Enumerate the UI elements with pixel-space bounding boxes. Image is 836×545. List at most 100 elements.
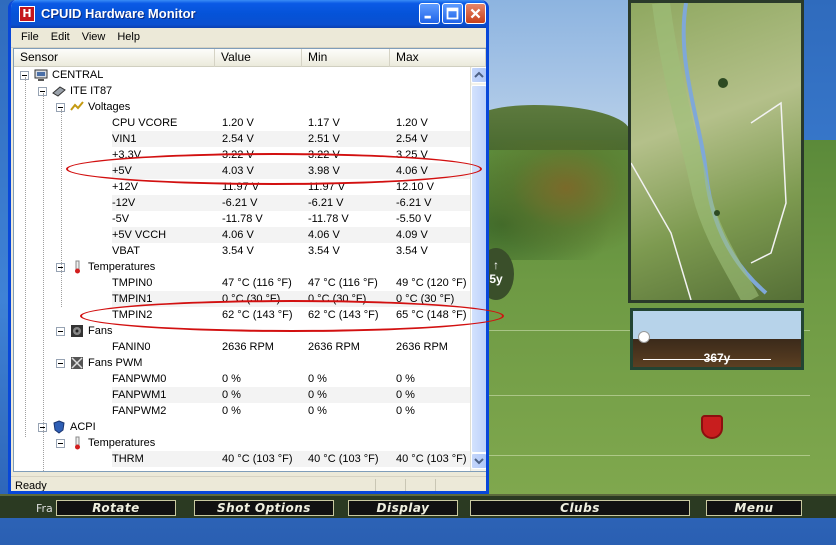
sensor-min: 0 % bbox=[308, 389, 327, 401]
collapse-toggle-icon[interactable] bbox=[56, 439, 65, 448]
sensor-value: 0 % bbox=[222, 389, 241, 401]
sensor-min: 4.06 V bbox=[308, 229, 340, 241]
sensor-row[interactable]: VBAT 3.54 V 3.54 V 3.54 V bbox=[14, 243, 470, 259]
column-header-sensor[interactable]: Sensor bbox=[14, 49, 215, 67]
column-header-value[interactable]: Value bbox=[215, 49, 302, 67]
sensor-min: 0 % bbox=[308, 405, 327, 417]
sensor-value: 2.54 V bbox=[222, 133, 254, 145]
chip-icon bbox=[52, 86, 66, 97]
sensor-row[interactable]: FANPWM1 0 % 0 % 0 % bbox=[14, 387, 470, 403]
sensor-row[interactable]: CPU VCORE 1.20 V 1.17 V 1.20 V bbox=[14, 115, 470, 131]
menu-help[interactable]: Help bbox=[111, 28, 146, 47]
sensor-name: CPU VCORE bbox=[112, 117, 178, 129]
ball-position-marker-icon[interactable] bbox=[701, 415, 723, 439]
window-titlebar[interactable]: H CPUID Hardware Monitor bbox=[11, 0, 486, 28]
menu-file[interactable]: File bbox=[15, 28, 45, 47]
column-header-min[interactable]: Min bbox=[302, 49, 390, 67]
sensor-row[interactable]: VIN1 2.54 V 2.51 V 2.54 V bbox=[14, 131, 470, 147]
status-divider bbox=[405, 479, 406, 491]
sensor-rows: CENTRAL ITE IT87 Voltages CPU VCORE 1.20 V 1.… bbox=[14, 67, 470, 471]
rotate-button[interactable]: Rotate bbox=[56, 500, 176, 516]
menu-edit[interactable]: Edit bbox=[45, 28, 76, 47]
tree-guide-line bbox=[61, 109, 62, 307]
sensor-group-row[interactable]: Voltages bbox=[14, 99, 470, 115]
scrollbar-thumb[interactable] bbox=[471, 85, 486, 453]
sensor-group-name: Fans PWM bbox=[88, 357, 143, 369]
sensor-value: 47 °C (116 °F) bbox=[222, 277, 292, 289]
hardware-monitor-window[interactable]: H CPUID Hardware Monitor File Edit View … bbox=[8, 0, 489, 494]
sensor-row[interactable]: FANPWM0 0 % 0 % 0 % bbox=[14, 371, 470, 387]
clubs-button[interactable]: Clubs bbox=[470, 500, 690, 516]
thermometer-icon bbox=[75, 260, 80, 274]
sensor-value: -11.78 V bbox=[222, 213, 263, 225]
app-logo-icon[interactable]: H bbox=[19, 6, 35, 22]
sensor-max: -5.50 V bbox=[396, 213, 432, 225]
sensor-row[interactable]: THRM 40 °C (103 °F) 40 °C (103 °F) 40 °C (1… bbox=[14, 451, 470, 467]
highlight-ring-tmpin2 bbox=[80, 300, 504, 332]
scroll-down-button[interactable] bbox=[471, 453, 486, 469]
game-toolbar-left-label: Fra bbox=[36, 502, 53, 515]
status-text: Ready bbox=[15, 480, 47, 492]
game-toolbar: Fra Rotate Shot Options Display Clubs Me… bbox=[0, 494, 836, 518]
column-header-max[interactable]: Max bbox=[390, 49, 486, 67]
sensor-min: 40 °C (103 °F) bbox=[308, 453, 379, 465]
sensor-name: -12V bbox=[112, 197, 136, 209]
close-icon bbox=[470, 8, 481, 19]
sensor-group-name: Temperatures bbox=[88, 261, 156, 273]
scroll-up-button[interactable] bbox=[471, 67, 486, 83]
sensor-tree-list[interactable]: Sensor Value Min Max CENTRAL ITE IT87 Volt… bbox=[13, 48, 486, 472]
sensor-min: 2.51 V bbox=[308, 133, 340, 145]
sensor-max: 4.09 V bbox=[396, 229, 428, 241]
maximize-icon bbox=[446, 7, 459, 20]
sensor-group-row[interactable]: ITE IT87 bbox=[14, 83, 470, 99]
sensor-row[interactable]: -5V -11.78 V -11.78 V -5.50 V bbox=[14, 211, 470, 227]
sensor-value: 1.20 V bbox=[222, 117, 254, 129]
sensor-row[interactable]: -12V -6.21 V -6.21 V -6.21 V bbox=[14, 195, 470, 211]
sensor-name: +12V bbox=[112, 181, 138, 193]
sensor-max: 0 % bbox=[396, 405, 415, 417]
voltage-icon bbox=[70, 101, 84, 111]
sensor-group-row[interactable]: ACPI bbox=[14, 419, 470, 435]
display-button[interactable]: Display bbox=[348, 500, 458, 516]
acpi-icon bbox=[53, 420, 65, 434]
sensor-min: 47 °C (116 °F) bbox=[308, 277, 378, 289]
sensor-min: 1.17 V bbox=[308, 117, 340, 129]
minimize-button[interactable] bbox=[419, 3, 440, 24]
tree-guide-line bbox=[25, 77, 26, 437]
sensor-group-row[interactable]: Fans PWM bbox=[14, 355, 470, 371]
sensor-name: -5V bbox=[112, 213, 130, 225]
sensor-max: 1.20 V bbox=[396, 117, 428, 129]
sensor-name: FANPWM1 bbox=[112, 389, 167, 401]
sensor-max: 0 % bbox=[396, 389, 415, 401]
sensor-group-row[interactable]: Temperatures bbox=[14, 435, 470, 451]
minimize-icon bbox=[424, 15, 431, 19]
shot-options-button[interactable]: Shot Options bbox=[194, 500, 334, 516]
menu-view[interactable]: View bbox=[76, 28, 112, 47]
sensor-name: FANPWM0 bbox=[112, 373, 167, 385]
status-divider bbox=[375, 479, 376, 491]
sensor-name: TMPIN0 bbox=[112, 277, 153, 289]
sensor-name: FANPWM2 bbox=[112, 405, 167, 417]
sensor-max: -6.21 V bbox=[396, 197, 432, 209]
sensor-name: VIN1 bbox=[112, 133, 137, 145]
maximize-button[interactable] bbox=[442, 3, 463, 24]
vertical-scrollbar[interactable] bbox=[470, 67, 486, 471]
aim-grid-line bbox=[470, 395, 810, 396]
sensor-max: 40 °C (103 °F) bbox=[396, 453, 467, 465]
sensor-row[interactable]: TMPIN0 47 °C (116 °F) 47 °C (116 °F) 49 °C … bbox=[14, 275, 470, 291]
sensor-min: 0 % bbox=[308, 373, 327, 385]
sensor-row[interactable]: FANIN0 2636 RPM 2636 RPM 2636 RPM bbox=[14, 339, 470, 355]
sensor-row[interactable]: FANPWM2 0 % 0 % 0 % bbox=[14, 403, 470, 419]
menu-button[interactable]: Menu bbox=[706, 500, 802, 516]
hole-overview-map[interactable] bbox=[628, 0, 804, 303]
sensor-group-row[interactable]: CENTRAL bbox=[14, 67, 470, 83]
sensor-max: 3.54 V bbox=[396, 245, 428, 257]
sensor-group-name: Voltages bbox=[88, 101, 131, 113]
sensor-row[interactable]: +5V VCCH 4.06 V 4.06 V 4.09 V bbox=[14, 227, 470, 243]
collapse-toggle-icon[interactable] bbox=[56, 359, 65, 368]
sensor-group-row[interactable]: Temperatures bbox=[14, 259, 470, 275]
menu-bar: File Edit View Help bbox=[11, 28, 486, 48]
collapse-toggle-icon[interactable] bbox=[56, 327, 65, 336]
sensor-value: 0 % bbox=[222, 405, 241, 417]
close-button[interactable] bbox=[465, 3, 486, 24]
